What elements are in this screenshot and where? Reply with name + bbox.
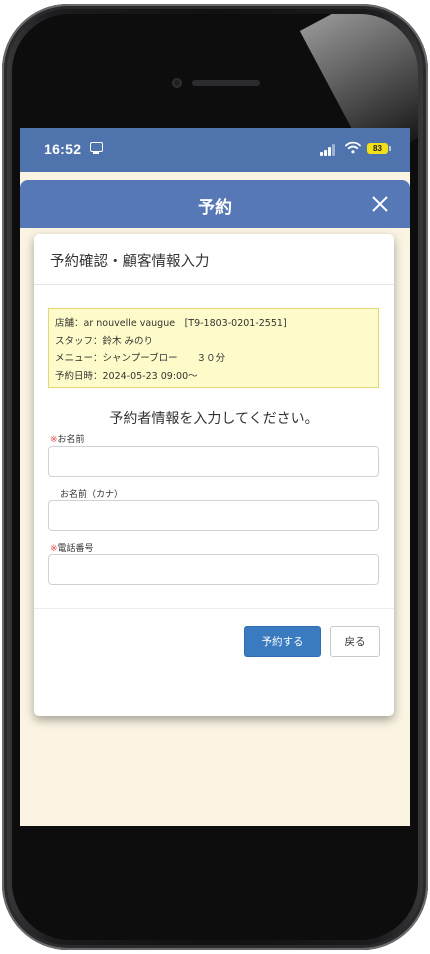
status-bar: 16:52 83 xyxy=(20,128,410,172)
phone-label: ※電話番号 xyxy=(50,541,94,554)
summary-staff: スタッフ：鈴木 みのり xyxy=(55,335,154,347)
back-button[interactable]: 戻る xyxy=(330,626,380,657)
name-label: ※お名前 xyxy=(50,432,85,445)
battery-icon: 83 xyxy=(367,143,391,154)
input-prompt: 予約者情報を入力してください。 xyxy=(109,411,319,427)
summary-menu: メニュー：シャンプーブロー ３０分 xyxy=(55,353,226,364)
divider xyxy=(34,284,394,285)
phone-input[interactable] xyxy=(48,554,379,585)
front-camera xyxy=(172,78,182,88)
reservation-dialog: 予約確認・顧客情報入力 店舗：ar nouvelle vaugue [T9-18… xyxy=(34,234,394,716)
signal-icon xyxy=(320,144,338,156)
name-kana-label-text: お名前（カナ） xyxy=(60,490,124,500)
summary-store: 店舗：ar nouvelle vaugue [T9-1803-0201-2551… xyxy=(55,318,287,329)
phone-screen: 16:52 83 予約 予約確認・顧客情報入力 店舗：ar nouvelle v… xyxy=(20,128,410,826)
earpiece-speaker xyxy=(192,80,260,86)
required-mark: ※ xyxy=(50,435,58,445)
modal-title: 予約 xyxy=(198,198,232,218)
name-kana-label: お名前（カナ） xyxy=(60,487,123,500)
reserve-button[interactable]: 予約する xyxy=(244,626,321,657)
name-input[interactable] xyxy=(48,446,379,477)
divider xyxy=(34,608,394,609)
reservation-summary: 店舗：ar nouvelle vaugue [T9-1803-0201-2551… xyxy=(48,308,379,388)
close-icon[interactable] xyxy=(370,194,390,214)
screen-mirroring-icon xyxy=(90,142,103,154)
modal-header: 予約 xyxy=(20,180,410,228)
summary-datetime: 予約日時：2024-05-23 09:00〜 xyxy=(55,370,198,382)
phone-label-text: 電話番号 xyxy=(57,544,94,554)
name-label-text: お名前 xyxy=(57,435,85,445)
required-mark: ※ xyxy=(50,544,58,554)
status-time: 16:52 xyxy=(44,141,82,157)
name-kana-input[interactable] xyxy=(48,500,379,531)
wifi-icon xyxy=(345,141,361,155)
dialog-title: 予約確認・顧客情報入力 xyxy=(50,254,210,270)
